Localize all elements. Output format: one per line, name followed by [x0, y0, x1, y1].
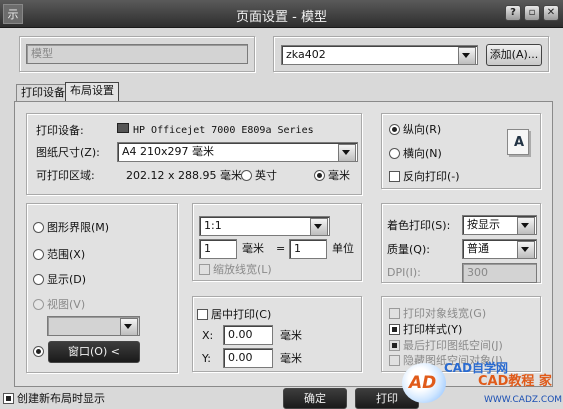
center-plot-checkbox[interactable] [197, 309, 208, 320]
layout-name-field: 模型 [26, 44, 248, 64]
close-button[interactable]: ✕ [543, 5, 559, 21]
view-radio[interactable] [33, 299, 44, 310]
center-plot-label: 居中打印(C) [211, 308, 272, 321]
show-on-new-layout-label: 创建新布局时显示 [17, 392, 105, 405]
chevron-down-icon[interactable] [517, 241, 535, 258]
scale-lineweights-checkbox[interactable] [199, 264, 210, 275]
title-bar: 示 页面设置 - 模型 ? ▫ ✕ [0, 0, 563, 28]
shade-select[interactable]: 按显示 [462, 215, 537, 235]
page-orientation-letter: A [514, 135, 525, 150]
hide-objects-checkbox[interactable] [389, 355, 400, 366]
extents-label: 范围(X) [47, 248, 86, 261]
printable-area-value: 202.12 x 288.95 毫米 [126, 169, 242, 182]
tab-print-device[interactable]: 打印设备 [16, 84, 70, 102]
page-orientation-icon: A [507, 129, 529, 155]
print-device-label: 打印设备: [36, 124, 84, 137]
tab-layout-settings[interactable]: 布局设置 [65, 82, 119, 102]
print-device-value: HP Officejet 7000 E809a Series [133, 125, 314, 136]
reverse-print-checkbox[interactable] [389, 171, 400, 182]
portrait-label: 纵向(R) [403, 123, 442, 136]
minimize-button[interactable]: ▫ [524, 5, 540, 21]
watermark-logo-text: AD [409, 373, 437, 393]
window-radio[interactable] [33, 346, 44, 357]
limits-label: 图形界限(M) [47, 221, 110, 234]
chevron-down-icon[interactable] [120, 318, 138, 335]
chevron-down-icon[interactable] [310, 218, 328, 235]
chevron-down-icon[interactable] [517, 217, 535, 234]
view-label: 视图(V) [47, 298, 86, 311]
offset-y-label: Y: [202, 352, 211, 365]
unit-mm-radio[interactable] [314, 170, 325, 181]
reverse-print-label: 反向打印(-) [403, 170, 460, 183]
scale-lineweights-label: 缩放线宽(L) [213, 263, 272, 276]
watermark-text-primary: CAD自学网 [444, 361, 509, 375]
paperspace-last-checkbox[interactable] [389, 340, 400, 351]
unit-inch-label: 英寸 [255, 169, 277, 182]
watermark-logo-icon: AD [402, 363, 446, 403]
landscape-radio[interactable] [389, 148, 400, 159]
chevron-down-icon[interactable] [458, 47, 476, 64]
offset-x-label: X: [202, 329, 214, 342]
scale-equals: = [276, 242, 286, 255]
shade-label: 着色打印(S): [387, 219, 451, 232]
quality-select[interactable]: 普通 [462, 239, 537, 259]
lineweights-label: 打印对象线宽(G) [403, 307, 487, 320]
unit-inch-radio[interactable] [241, 170, 252, 181]
watermark: AD CAD自学网 CAD教程 家 WWW.CADZ.COM [402, 355, 563, 409]
add-printer-button[interactable]: 添加(A)... [486, 44, 542, 66]
dpi-label: DPI(I): [387, 266, 421, 279]
printer-select[interactable]: zka402 [281, 45, 478, 65]
paper-size-label: 图纸尺寸(Z): [36, 146, 100, 159]
offset-x-unit: 毫米 [280, 329, 302, 342]
plot-styles-label: 打印样式(Y) [403, 323, 463, 336]
scale-mm-unit: 毫米 [242, 242, 264, 255]
ok-button[interactable]: 确定 [283, 388, 347, 409]
offset-x-input[interactable]: 0.00 [223, 325, 273, 345]
plot-styles-checkbox[interactable] [389, 324, 400, 335]
paper-size-value: A4 210x297 毫米 [122, 145, 215, 158]
scale-units-input[interactable]: 1 [289, 239, 327, 259]
scale-select[interactable]: 1:1 [199, 216, 330, 236]
paperspace-last-label: 最后打印图纸空间(J) [403, 339, 503, 352]
help-button[interactable]: ? [505, 5, 521, 21]
limits-radio[interactable] [33, 222, 44, 233]
lineweights-checkbox[interactable] [389, 308, 400, 319]
landscape-label: 横向(N) [403, 147, 442, 160]
quality-value: 普通 [467, 242, 489, 255]
offset-y-unit: 毫米 [280, 352, 302, 365]
quality-label: 质量(Q): [387, 243, 430, 256]
printer-icon [117, 123, 129, 133]
shade-value: 按显示 [467, 218, 500, 231]
scale-mm-input[interactable]: 1 [199, 239, 237, 259]
scale-units-unit: 单位 [332, 242, 354, 255]
watermark-text-secondary: CAD教程 家 [478, 374, 552, 389]
window-title: 页面设置 - 模型 [236, 10, 327, 25]
watermark-url: WWW.CADZ.COM [484, 395, 563, 405]
show-on-new-layout-checkbox[interactable] [3, 393, 14, 404]
offset-y-input[interactable]: 0.00 [223, 348, 273, 368]
portrait-radio[interactable] [389, 124, 400, 135]
scale-value: 1:1 [204, 219, 222, 232]
printer-select-value: zka402 [286, 48, 326, 61]
unit-mm-label: 毫米 [328, 169, 350, 182]
printable-area-label: 可打印区域: [36, 169, 95, 182]
extents-radio[interactable] [33, 249, 44, 260]
dpi-input[interactable]: 300 [462, 263, 537, 283]
window-pick-button[interactable]: 窗口(O) < [48, 341, 140, 363]
view-select[interactable] [47, 316, 140, 336]
display-label: 显示(D) [47, 273, 87, 286]
paper-size-select[interactable]: A4 210x297 毫米 [117, 142, 358, 162]
chevron-down-icon[interactable] [338, 144, 356, 161]
display-radio[interactable] [33, 274, 44, 285]
